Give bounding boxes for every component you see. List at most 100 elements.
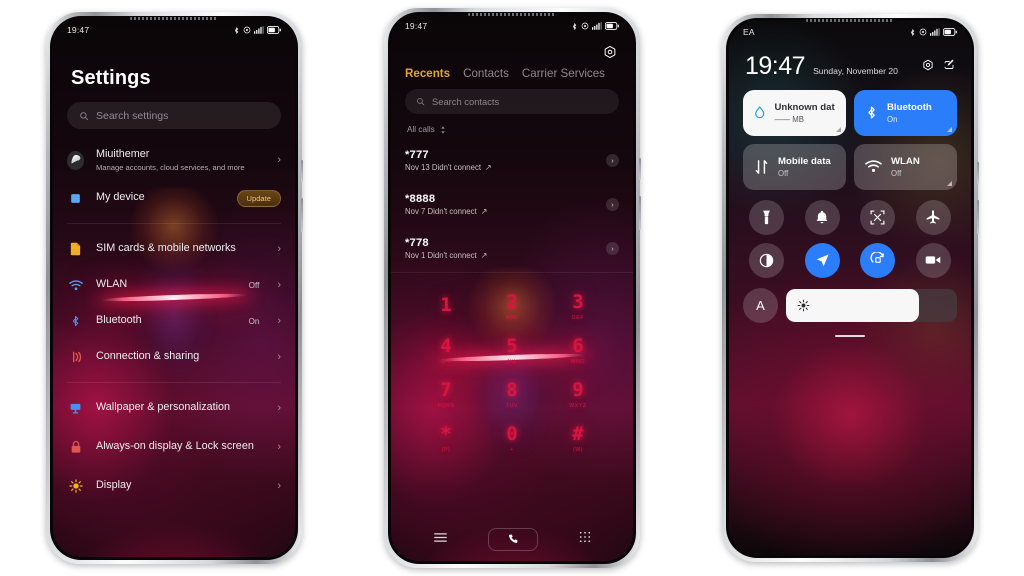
brightness-slider-fill: [786, 288, 920, 322]
key-digit: #: [572, 423, 584, 445]
dialer-settings-button[interactable]: [391, 37, 633, 59]
account-text: Miuithemer Manage accounts, cloud servic…: [96, 148, 265, 171]
dialpad-key-1[interactable]: 1: [413, 286, 479, 328]
tab-contacts[interactable]: Contacts: [463, 67, 509, 80]
volume-button[interactable]: [639, 196, 641, 230]
dialpad-key-5[interactable]: 5 JKL: [479, 330, 545, 372]
volume-button[interactable]: [301, 198, 303, 232]
list-divider: [67, 382, 281, 383]
wifi-icon: [67, 279, 84, 291]
clock-date: Sunday, November 20: [813, 65, 898, 76]
key-letters: MNO: [571, 359, 585, 365]
screen-control-center: EA 19:47 Sunday, November 20 Unknown dat…: [729, 21, 971, 555]
expand-corner-icon[interactable]: [947, 180, 952, 186]
settings-item-wallpaper[interactable]: Wallpaper & personalization ›: [53, 390, 295, 426]
expand-corner-icon[interactable]: [836, 126, 841, 132]
drag-handle[interactable]: [835, 334, 865, 338]
expand-corner-icon[interactable]: [947, 126, 952, 132]
tile-bluetooth[interactable]: Bluetooth On: [854, 89, 957, 136]
dialpad: 1 2 ABC 3 DEF 4 GHI 5 JKL 6 MNO 7 PQRS 8 TUV 9 W…: [391, 273, 633, 460]
clock-row: 19:47 Sunday, November 20: [729, 43, 971, 79]
header-actions: [922, 58, 955, 79]
toggle-flashlight[interactable]: [749, 199, 785, 235]
toggle-screenshot[interactable]: [860, 199, 896, 235]
battery-icon: [267, 26, 281, 34]
settings-item-display[interactable]: Display ›: [53, 468, 295, 504]
recent-calls-list: *777 Nov 13 Didn't connect ↗ › *8888 Nov…: [391, 134, 633, 270]
bluetooth-icon: [868, 106, 875, 119]
mobile-data-icon: [755, 159, 768, 174]
tile-wlan[interactable]: WLAN Off: [854, 143, 957, 190]
tile-label: Bluetooth: [887, 101, 932, 113]
search-input[interactable]: Search settings: [67, 102, 281, 129]
quick-toggle-grid: [729, 190, 971, 278]
tile-data-plan[interactable]: Unknown data pl... —— MB: [743, 89, 846, 136]
dialpad-key-8[interactable]: 8 TUV: [479, 374, 545, 416]
chevron-right-icon: ›: [277, 242, 281, 255]
settings-item-account[interactable]: Miuithemer Manage accounts, cloud servic…: [53, 140, 295, 180]
tab-carrier-services[interactable]: Carrier Services: [522, 67, 605, 80]
dialer-tabs: Recents Contacts Carrier Services: [391, 59, 633, 80]
tile-state: Off: [891, 168, 902, 178]
dialpad-key-7[interactable]: 7 PQRS: [413, 374, 479, 416]
toggle-screen-recorder[interactable]: [915, 242, 951, 278]
tile-mobile-data[interactable]: Mobile data Off: [743, 143, 846, 190]
settings-item-connection-sharing[interactable]: Connection & sharing ›: [53, 339, 295, 375]
dialpad-key-hash[interactable]: # (W): [545, 418, 611, 460]
settings-shortcut-button[interactable]: [922, 58, 934, 76]
call-details-button[interactable]: ›: [606, 241, 619, 255]
wlan-text: WLAN: [96, 278, 237, 291]
status-badge[interactable]: Update: [236, 189, 281, 207]
call-button[interactable]: [487, 527, 538, 551]
toggle-auto-rotate[interactable]: [860, 242, 896, 278]
settings-item-my-device[interactable]: My device Update: [53, 180, 295, 216]
call-log-row[interactable]: *777 Nov 13 Didn't connect ↗ ›: [391, 138, 633, 182]
call-filter-dropdown[interactable]: All calls: [391, 114, 633, 134]
tab-recents[interactable]: Recents: [405, 67, 450, 80]
toggle-airplane-mode[interactable]: [915, 199, 951, 235]
settings-item-wlan[interactable]: WLAN Off ›: [53, 267, 295, 303]
tile-text: Bluetooth On: [887, 102, 932, 124]
call-meta: Nov 7 Didn't connect ↗: [405, 207, 487, 216]
settings-item-sim-cards[interactable]: SIM cards & mobile networks ›: [53, 231, 295, 267]
edit-tiles-button[interactable]: [943, 58, 955, 76]
search-placeholder: Search contacts: [432, 96, 500, 107]
dialpad-key-9[interactable]: 9 WXYZ: [545, 374, 611, 416]
toggle-dark-mode[interactable]: [749, 242, 785, 278]
call-log-row[interactable]: *778 Nov 1 Didn't connect ↗ ›: [391, 226, 633, 270]
wifi-icon: [865, 160, 882, 173]
screen-settings: 19:47 Settings Search settings Miuitheme…: [53, 19, 295, 557]
settings-item-bluetooth[interactable]: Bluetooth On ›: [53, 303, 295, 339]
side-button[interactable]: [639, 158, 641, 180]
dialpad-key-2[interactable]: 2 ABC: [479, 286, 545, 328]
key-letters: WXYZ: [569, 403, 587, 409]
brightness-slider[interactable]: [786, 288, 957, 322]
contacts-search-input[interactable]: Search contacts: [405, 89, 619, 114]
dialpad-key-3[interactable]: 3 DEF: [545, 286, 611, 328]
call-details-button[interactable]: ›: [606, 197, 619, 211]
auto-brightness-toggle[interactable]: A: [743, 287, 778, 323]
settings-item-value: Off: [248, 280, 260, 290]
phone-bezel: EA 19:47 Sunday, November 20 Unknown dat…: [726, 18, 974, 558]
dialpad-key-star[interactable]: * (P): [413, 418, 479, 460]
settings-item-label: Connection & sharing: [96, 350, 200, 363]
toggle-ring[interactable]: [804, 199, 840, 235]
dialpad-key-4[interactable]: 4 GHI: [413, 330, 479, 372]
side-button[interactable]: [977, 162, 979, 184]
call-log-row[interactable]: *8888 Nov 7 Didn't connect ↗ ›: [391, 182, 633, 226]
status-bar: 19:47: [53, 19, 295, 41]
status-time: 19:47: [67, 25, 90, 35]
sort-icon: [441, 126, 445, 133]
dialpad-key-6[interactable]: 6 MNO: [545, 330, 611, 372]
dialpad-toggle-button[interactable]: [579, 530, 591, 548]
dialpad-key-0[interactable]: 0 +: [479, 418, 545, 460]
status-icons: [233, 26, 281, 35]
volume-button[interactable]: [977, 200, 979, 234]
signal-icon: [930, 28, 940, 36]
side-button[interactable]: [301, 160, 303, 182]
key-letters: (W): [572, 447, 584, 453]
settings-item-aod-lockscreen[interactable]: Always-on display & Lock screen ›: [53, 426, 295, 468]
hamburger-menu-button[interactable]: [433, 530, 447, 548]
call-details-button[interactable]: ›: [606, 153, 619, 167]
toggle-location[interactable]: [804, 242, 840, 278]
